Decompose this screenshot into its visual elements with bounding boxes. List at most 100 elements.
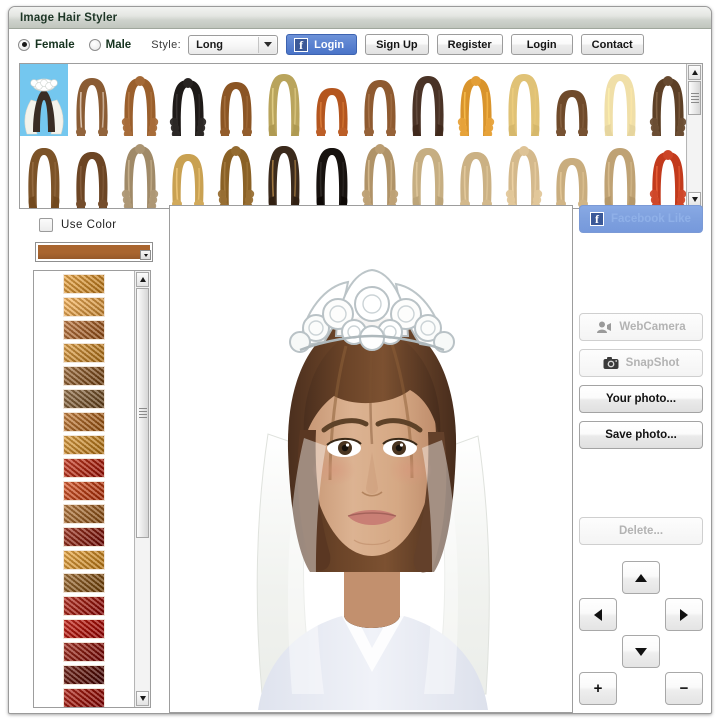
gallery-scroll-up-button[interactable] (688, 65, 701, 80)
hairstyle-thumbnail[interactable] (596, 136, 644, 208)
move-up-button[interactable] (622, 561, 660, 594)
hairstyle-thumbnail[interactable] (20, 136, 68, 208)
style-select[interactable]: Long (188, 34, 279, 55)
facebook-login-button[interactable]: f Login (286, 34, 358, 55)
hairstyle-thumbnail[interactable] (212, 136, 260, 208)
hairstyle-thumbnail[interactable] (164, 136, 212, 208)
hairstyle-thumbnail-image (316, 148, 348, 208)
use-color-checkbox[interactable] (39, 218, 53, 232)
hairstyle-thumbnail[interactable] (68, 64, 116, 136)
hairstyle-thumbnail[interactable] (452, 136, 500, 208)
save-photo-button[interactable]: Save photo... (579, 421, 703, 449)
hairstyle-gallery-row (20, 64, 686, 136)
grip-icon (690, 91, 699, 105)
window-title: Image Hair Styler (20, 11, 118, 24)
gallery-scrollbar[interactable] (686, 64, 702, 208)
hair-color-swatch[interactable] (63, 596, 105, 616)
hair-color-swatch[interactable] (63, 458, 105, 478)
hairstyle-thumbnail[interactable] (260, 136, 308, 208)
register-button[interactable]: Register (436, 34, 503, 55)
swatch-scroll-down-button[interactable] (136, 691, 149, 706)
model-photo (196, 224, 548, 710)
hair-color-swatch[interactable] (63, 297, 105, 317)
facebook-like-button[interactable]: f Facebook Like (579, 205, 703, 233)
male-radio-circle[interactable] (88, 38, 101, 51)
hairstyle-thumbnail[interactable] (116, 136, 164, 208)
contact-button[interactable]: Contact (580, 34, 644, 55)
login-label: Login (526, 38, 557, 51)
zoom-out-button[interactable]: − (665, 672, 703, 705)
gender-radio-male[interactable]: Male (88, 38, 132, 51)
hairstyle-thumbnail[interactable] (68, 136, 116, 208)
hairstyle-thumbnail[interactable] (644, 136, 686, 208)
swatch-scroll-up-button[interactable] (136, 272, 149, 287)
swatch-scrollbar[interactable] (134, 271, 150, 707)
move-left-button[interactable] (579, 598, 617, 631)
hair-color-swatch[interactable] (63, 274, 105, 294)
hairstyle-thumbnail[interactable] (548, 64, 596, 136)
hairstyle-thumbnail[interactable] (356, 64, 404, 136)
hairstyle-thumbnail[interactable] (20, 64, 68, 136)
hair-color-swatch[interactable] (63, 642, 105, 662)
swatch-scroll-thumb[interactable] (136, 288, 149, 538)
move-down-button[interactable] (622, 635, 660, 668)
delete-button[interactable]: Delete... (579, 517, 703, 545)
webcamera-icon (597, 321, 612, 333)
hairstyle-thumbnail-image (121, 144, 159, 208)
hairstyle-thumbnail[interactable] (596, 64, 644, 136)
hairstyle-thumbnail-image (316, 88, 348, 136)
hair-color-swatch[interactable] (63, 504, 105, 524)
zoom-in-button[interactable]: + (579, 672, 617, 705)
hairstyle-thumbnail[interactable] (500, 64, 548, 136)
your-photo-button[interactable]: Your photo... (579, 385, 703, 413)
sign-up-button[interactable]: Sign Up (365, 34, 429, 55)
hair-color-swatch[interactable] (63, 366, 105, 386)
sign-up-label: Sign Up (376, 38, 418, 51)
hairstyle-thumbnail[interactable] (308, 136, 356, 208)
female-radio-circle[interactable] (18, 38, 30, 51)
hairstyle-thumbnail[interactable] (116, 64, 164, 136)
hairstyle-thumbnail[interactable] (356, 136, 404, 208)
hair-color-swatch[interactable] (63, 389, 105, 409)
hairstyle-thumbnail[interactable] (164, 64, 212, 136)
hair-color-swatch[interactable] (63, 550, 105, 570)
chevron-down-icon[interactable] (258, 36, 277, 53)
hairstyle-thumbnail-image (556, 158, 588, 208)
gallery-scroll-track[interactable] (688, 81, 701, 191)
webcamera-button[interactable]: WebCamera (579, 313, 703, 341)
hairstyle-thumbnail[interactable] (260, 64, 308, 136)
gender-radio-female[interactable]: Female (18, 38, 75, 51)
swatch-scroll-track[interactable] (136, 288, 149, 690)
login-button[interactable]: Login (510, 34, 573, 55)
hair-color-swatch[interactable] (63, 688, 105, 707)
hair-color-swatch[interactable] (63, 527, 105, 547)
photo-canvas[interactable] (169, 205, 573, 713)
hair-color-swatch[interactable] (63, 412, 105, 432)
hairstyle-thumbnail[interactable] (500, 136, 548, 208)
color-select[interactable] (35, 242, 153, 262)
hairstyle-thumbnail[interactable] (308, 64, 356, 136)
zoom-out-label: − (679, 680, 689, 697)
hair-color-swatch[interactable] (63, 320, 105, 340)
gallery-scroll-thumb[interactable] (688, 81, 701, 115)
hair-color-swatch[interactable] (63, 665, 105, 685)
use-color-checkbox-row[interactable]: Use Color (39, 218, 161, 232)
hair-color-swatch[interactable] (63, 619, 105, 639)
hair-color-swatch[interactable] (63, 435, 105, 455)
move-right-button[interactable] (665, 598, 703, 631)
chevron-down-icon[interactable] (140, 250, 151, 260)
hairstyle-thumbnail[interactable] (644, 64, 686, 136)
snapshot-button[interactable]: SnapShot (579, 349, 703, 377)
hair-color-swatch[interactable] (63, 343, 105, 363)
hair-color-swatch[interactable] (63, 573, 105, 593)
hairstyle-thumbnail[interactable] (404, 136, 452, 208)
hairstyle-thumbnail-image (24, 78, 64, 135)
hairstyle-thumbnail[interactable] (548, 136, 596, 208)
male-radio-label: Male (105, 38, 132, 51)
hairstyle-thumbnail-image (556, 90, 588, 136)
hair-color-swatch[interactable] (63, 481, 105, 501)
hairstyle-thumbnail[interactable] (452, 64, 500, 136)
hairstyle-thumbnail[interactable] (404, 64, 452, 136)
hairstyle-thumbnail-image (268, 74, 300, 136)
hairstyle-thumbnail[interactable] (212, 64, 260, 136)
